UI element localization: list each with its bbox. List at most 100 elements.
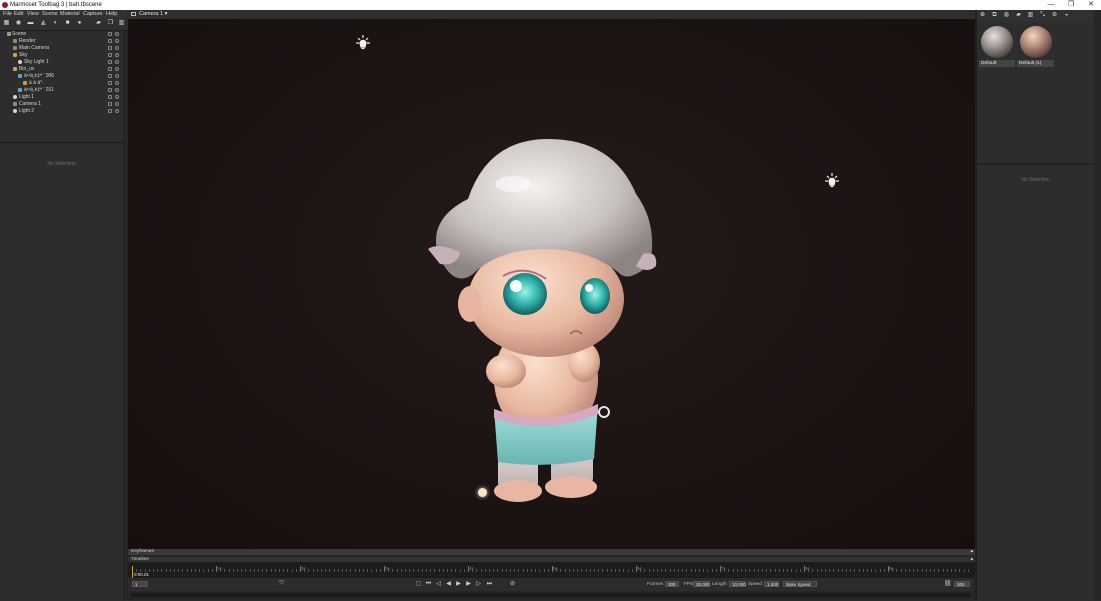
keyframes-bar[interactable]: Keyframes ▴ [128,549,975,555]
curve-editor-icon[interactable]: ⤧ [278,581,285,588]
material-thumbnail[interactable] [981,26,1013,58]
outliner-item-material[interactable]: ä ä ä°· [0,80,123,87]
lock-icon[interactable] [108,32,112,36]
material-label[interactable]: Default [979,60,1015,67]
menu-capture[interactable]: Capture [83,10,103,18]
outliner-item-mesh-011[interactable]: ä¹¹ä¸è‡ª ' 011 [0,87,123,94]
outliner-item-sky-light-1[interactable]: Sky Light 1 [0,59,123,66]
length-field[interactable]: 10.000 [729,581,746,587]
prev-key-icon[interactable]: ◁ [435,581,442,588]
lock-icon[interactable] [108,67,112,71]
step-back-icon[interactable]: ◀ [445,581,452,588]
record-icon[interactable]: ⊘ [509,581,516,588]
add-material-icon[interactable]: ⊕ [979,12,986,19]
minimize-icon[interactable]: — [1040,0,1062,10]
settings-icon[interactable]: ◒ [1063,12,1070,19]
visibility-icon[interactable] [115,60,119,64]
loop-icon[interactable]: ▢ [415,581,422,588]
skip-start-icon[interactable]: ⏮ [425,581,432,588]
visibility-icon[interactable] [115,81,119,85]
add-light-icon[interactable]: ◉ [15,20,22,27]
bake-speed-button[interactable]: Bake Speed [783,581,817,587]
light-gizmo-icon[interactable] [823,172,841,190]
add-scene-icon[interactable]: ▦ [3,20,10,27]
material-picker-icon[interactable]: ⤡ [1039,12,1046,19]
material-thumbnail[interactable] [1020,26,1052,58]
ruler-tick [841,569,843,572]
end-frame-field[interactable]: 300 [954,581,970,587]
fps-field[interactable]: 30.000 [693,581,710,587]
scrollbar-track[interactable] [131,593,971,597]
visibility-icon[interactable] [115,53,119,57]
menu-scene[interactable]: Scene [42,10,58,18]
trash-icon[interactable]: ▥ [118,20,125,27]
right-scrollbar[interactable] [1094,10,1101,600]
visibility-icon[interactable] [115,88,119,92]
folder-icon[interactable]: ▰ [1015,12,1022,19]
timeline-ruler[interactable]: 1s 2s 3s 4s 5s 6s 7s 8s 9s [128,562,975,578]
visibility-icon[interactable] [115,74,119,78]
visibility-icon[interactable] [115,102,119,106]
lock-icon[interactable] [108,46,112,50]
step-forward-icon[interactable]: ▶ [465,581,472,588]
play-icon[interactable]: ▶ [455,581,462,588]
outliner-item-camera-1[interactable]: Camera 1 [0,101,123,108]
timeline-scrollbar[interactable] [128,591,975,600]
collapse-icon[interactable]: ▴ [971,549,973,555]
duplicate-icon[interactable]: ❐ [107,20,114,27]
skip-end-icon[interactable]: ⏭ [486,581,493,588]
outliner-item-light-1[interactable]: Light 1 [0,94,123,101]
visibility-icon[interactable] [115,67,119,71]
menu-view[interactable]: View [27,10,39,18]
close-icon[interactable]: ✕ [1080,0,1101,10]
link-icon[interactable]: ⛓ [944,581,952,588]
lock-icon[interactable] [108,39,112,43]
outliner-item-mesh-006[interactable]: ä¹¹ä¸è‡ª ' 006 [0,73,123,80]
playhead[interactable] [132,566,133,578]
visibility-icon[interactable] [115,39,119,43]
light-gizmo-icon[interactable] [354,34,372,52]
3d-viewport[interactable] [128,19,975,549]
camera-dropdown[interactable]: Camera 1 ▾ [139,10,167,19]
next-key-icon[interactable]: ▷ [475,581,482,588]
outliner-item-scene[interactable]: Scene [0,31,123,38]
lock-icon[interactable] [108,95,112,99]
lock-icon[interactable] [108,60,112,64]
speed-field[interactable]: 1.000 [764,581,779,587]
outliner-item-main-camera[interactable]: Main Camera [0,45,123,52]
menu-material[interactable]: Material [60,10,80,18]
character-model[interactable] [418,124,668,509]
visibility-icon[interactable] [115,95,119,99]
menu-help[interactable]: Help [106,10,117,18]
lock-icon[interactable] [108,102,112,106]
outliner-item-bin-uv[interactable]: Bin_uv [0,66,123,73]
add-shadow-catcher-icon[interactable]: ◭ [40,20,47,27]
lock-icon[interactable] [108,109,112,113]
material-label[interactable]: Default (1) [1017,60,1054,67]
lock-icon[interactable] [108,53,112,57]
trash-icon[interactable]: ▥ [1027,12,1034,19]
lock-icon[interactable] [108,88,112,92]
menu-edit[interactable]: Edit [14,10,23,18]
frames-field[interactable]: 300 [665,581,679,587]
add-turntable-icon[interactable]: ◐ [52,20,59,27]
visibility-icon[interactable] [115,46,119,50]
outliner-item-sky[interactable]: Sky [0,52,123,59]
folder-icon[interactable]: ▰ [95,20,102,27]
duplicate-material-icon[interactable]: ⧉ [991,12,998,19]
visibility-icon[interactable] [115,32,119,36]
lock-icon[interactable] [108,74,112,78]
add-mesh-icon[interactable]: ■ [64,20,71,27]
start-frame-field[interactable]: 1 [132,581,148,587]
menu-file[interactable]: File [3,10,12,18]
library-icon[interactable]: ⊛ [1051,12,1058,19]
lock-icon[interactable] [108,81,112,85]
ruler-tick [858,569,860,572]
outliner-item-light-2[interactable]: Light 2 [0,108,123,115]
maximize-icon[interactable]: ❐ [1060,0,1082,10]
visibility-icon[interactable] [115,109,119,113]
add-fog-icon[interactable]: ● [76,20,83,27]
outliner-item-render[interactable]: Render [0,38,123,45]
add-camera-icon[interactable]: ▬ [27,20,34,27]
material-sphere-icon[interactable]: ◍ [1003,12,1010,19]
